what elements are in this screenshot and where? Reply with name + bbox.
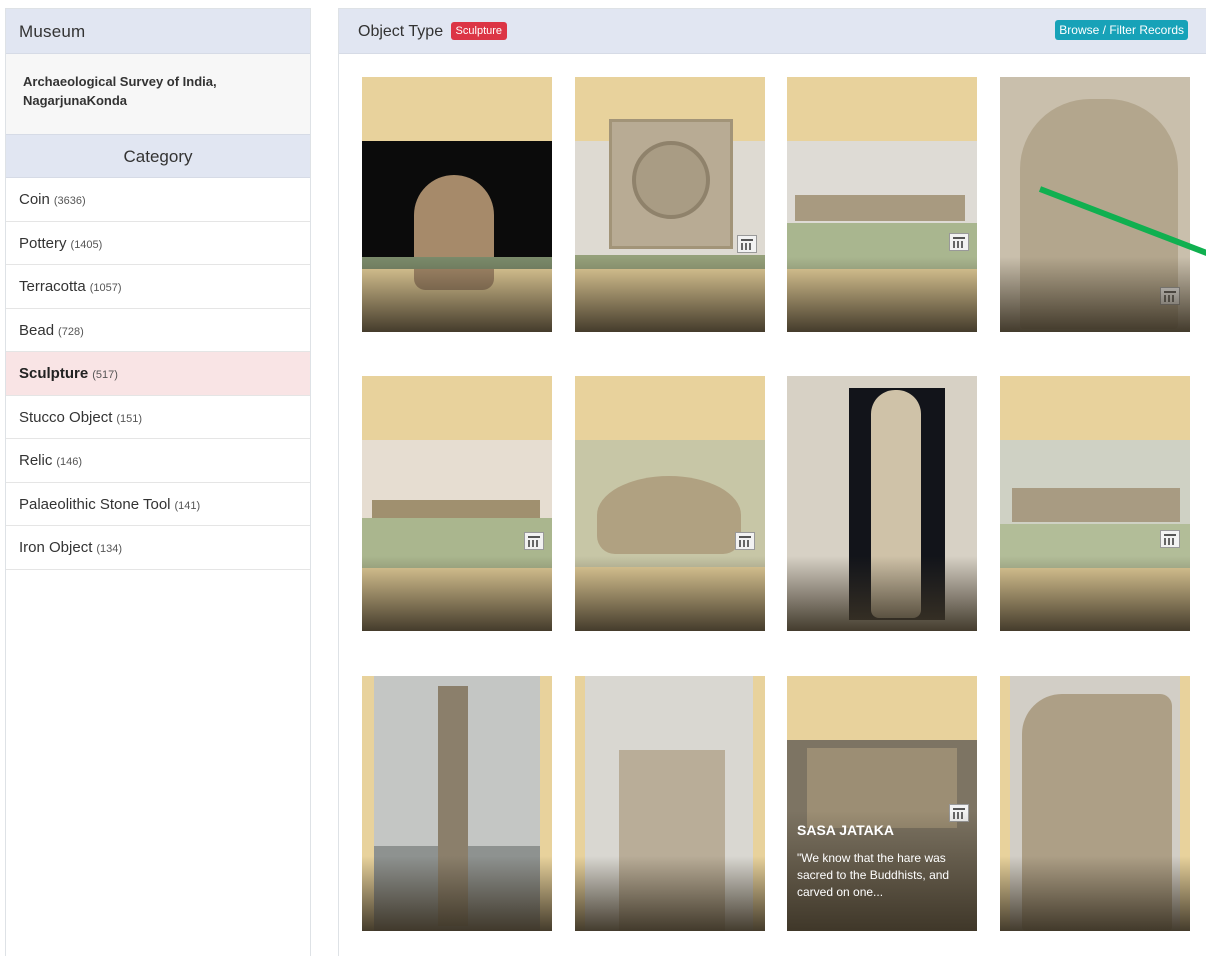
sculpture-card[interactable] bbox=[362, 376, 552, 631]
category-heading: Category bbox=[6, 134, 310, 178]
card-shade bbox=[362, 856, 552, 931]
browse-filter-button[interactable]: Browse / Filter Records bbox=[1055, 20, 1188, 40]
sculpture-card[interactable] bbox=[787, 376, 977, 631]
category-count: (3636) bbox=[53, 195, 86, 207]
category-item-relic[interactable]: Relic (146) bbox=[6, 439, 310, 483]
sculpture-card[interactable] bbox=[362, 77, 552, 332]
museum-logo-icon bbox=[949, 233, 969, 251]
sculpture-card[interactable] bbox=[787, 77, 977, 332]
museum-name-line1: Archaeological Survey of India, bbox=[23, 74, 217, 89]
category-count: (1405) bbox=[70, 238, 103, 251]
card-title: SASA JATAKA bbox=[797, 822, 894, 838]
category-item-stucco-object[interactable]: Stucco Object (151) bbox=[6, 396, 310, 439]
filter-sidebar: Museum Archaeological Survey of India, N… bbox=[5, 8, 311, 956]
frieze-figure bbox=[372, 500, 540, 518]
category-label: Sculpture bbox=[19, 365, 89, 382]
frieze-figure bbox=[795, 195, 965, 221]
category-label: Iron Object bbox=[19, 539, 93, 556]
card-shade bbox=[1000, 856, 1190, 931]
category-item-sculpture[interactable]: Sculpture (517) bbox=[6, 352, 310, 396]
card-shade bbox=[362, 556, 552, 631]
object-type-heading: Object Type bbox=[358, 23, 444, 40]
category-count: (517) bbox=[92, 369, 118, 381]
results-header: Object Type Sculpture Browse / Filter Re… bbox=[339, 9, 1206, 54]
card-shade bbox=[787, 556, 977, 631]
sculpture-card[interactable] bbox=[1000, 676, 1190, 931]
sculpture-card[interactable] bbox=[575, 376, 765, 631]
museum-name[interactable]: Archaeological Survey of India, Nagarjun… bbox=[6, 54, 310, 134]
museum-logo-icon bbox=[1160, 530, 1180, 548]
frieze-figure bbox=[1012, 488, 1180, 522]
category-label: Pottery bbox=[19, 234, 67, 252]
category-label: Coin bbox=[19, 191, 50, 208]
card-shade bbox=[362, 257, 552, 332]
card-shade bbox=[787, 257, 977, 332]
category-item-pottery[interactable]: Pottery (1405) bbox=[6, 222, 310, 265]
card-excerpt: "We know that the hare was sacred to the… bbox=[797, 851, 950, 899]
category-label: Bead bbox=[19, 321, 55, 339]
museum-heading: Museum bbox=[6, 9, 310, 54]
category-list: Coin (3636) Pottery (1405) Terracotta (1057… bbox=[6, 178, 310, 570]
category-count: (728) bbox=[58, 325, 84, 338]
category-count: (134) bbox=[96, 543, 123, 555]
category-item-iron-object[interactable]: Iron Object (134) bbox=[6, 526, 310, 570]
category-item-coin[interactable]: Coin (3636) bbox=[6, 178, 310, 222]
fragment-figure bbox=[597, 476, 741, 554]
category-count: (146) bbox=[56, 456, 83, 468]
category-label: Terracotta bbox=[19, 278, 86, 295]
museum-name-line2: NagarjunaKonda bbox=[23, 93, 128, 108]
object-type-label: Object Type Sculpture bbox=[358, 22, 508, 41]
museum-logo-icon bbox=[524, 532, 544, 550]
sculpture-card[interactable] bbox=[1000, 376, 1190, 631]
category-label: Relic bbox=[19, 452, 53, 469]
category-count: (1057) bbox=[89, 282, 122, 294]
category-item-terracotta[interactable]: Terracotta (1057) bbox=[6, 265, 310, 309]
object-type-badge[interactable]: Sculpture bbox=[450, 22, 508, 40]
sculpture-card[interactable] bbox=[575, 676, 765, 931]
sculpture-card-hovered[interactable]: SASA JATAKA "We know that the hare was s… bbox=[787, 676, 977, 931]
card-shade bbox=[575, 257, 765, 332]
sculpture-card[interactable] bbox=[362, 676, 552, 931]
museum-logo-icon bbox=[735, 532, 755, 550]
card-shade bbox=[575, 556, 765, 631]
category-count: (151) bbox=[116, 412, 143, 425]
medallion-circle bbox=[632, 141, 710, 219]
category-label: Stucco Object bbox=[19, 408, 113, 426]
sculpture-card[interactable] bbox=[1000, 77, 1190, 332]
card-shade bbox=[575, 856, 765, 931]
card-shade bbox=[1000, 257, 1190, 332]
category-label: Palaeolithic Stone Tool bbox=[19, 495, 171, 513]
category-count: (141) bbox=[174, 499, 201, 512]
category-item-bead[interactable]: Bead (728) bbox=[6, 309, 310, 352]
museum-logo-icon bbox=[737, 235, 757, 253]
category-item-palaeolithic-stone-tool[interactable]: Palaeolithic Stone Tool (141) bbox=[6, 483, 310, 526]
card-shade bbox=[1000, 556, 1190, 631]
sculpture-card[interactable] bbox=[575, 77, 765, 332]
